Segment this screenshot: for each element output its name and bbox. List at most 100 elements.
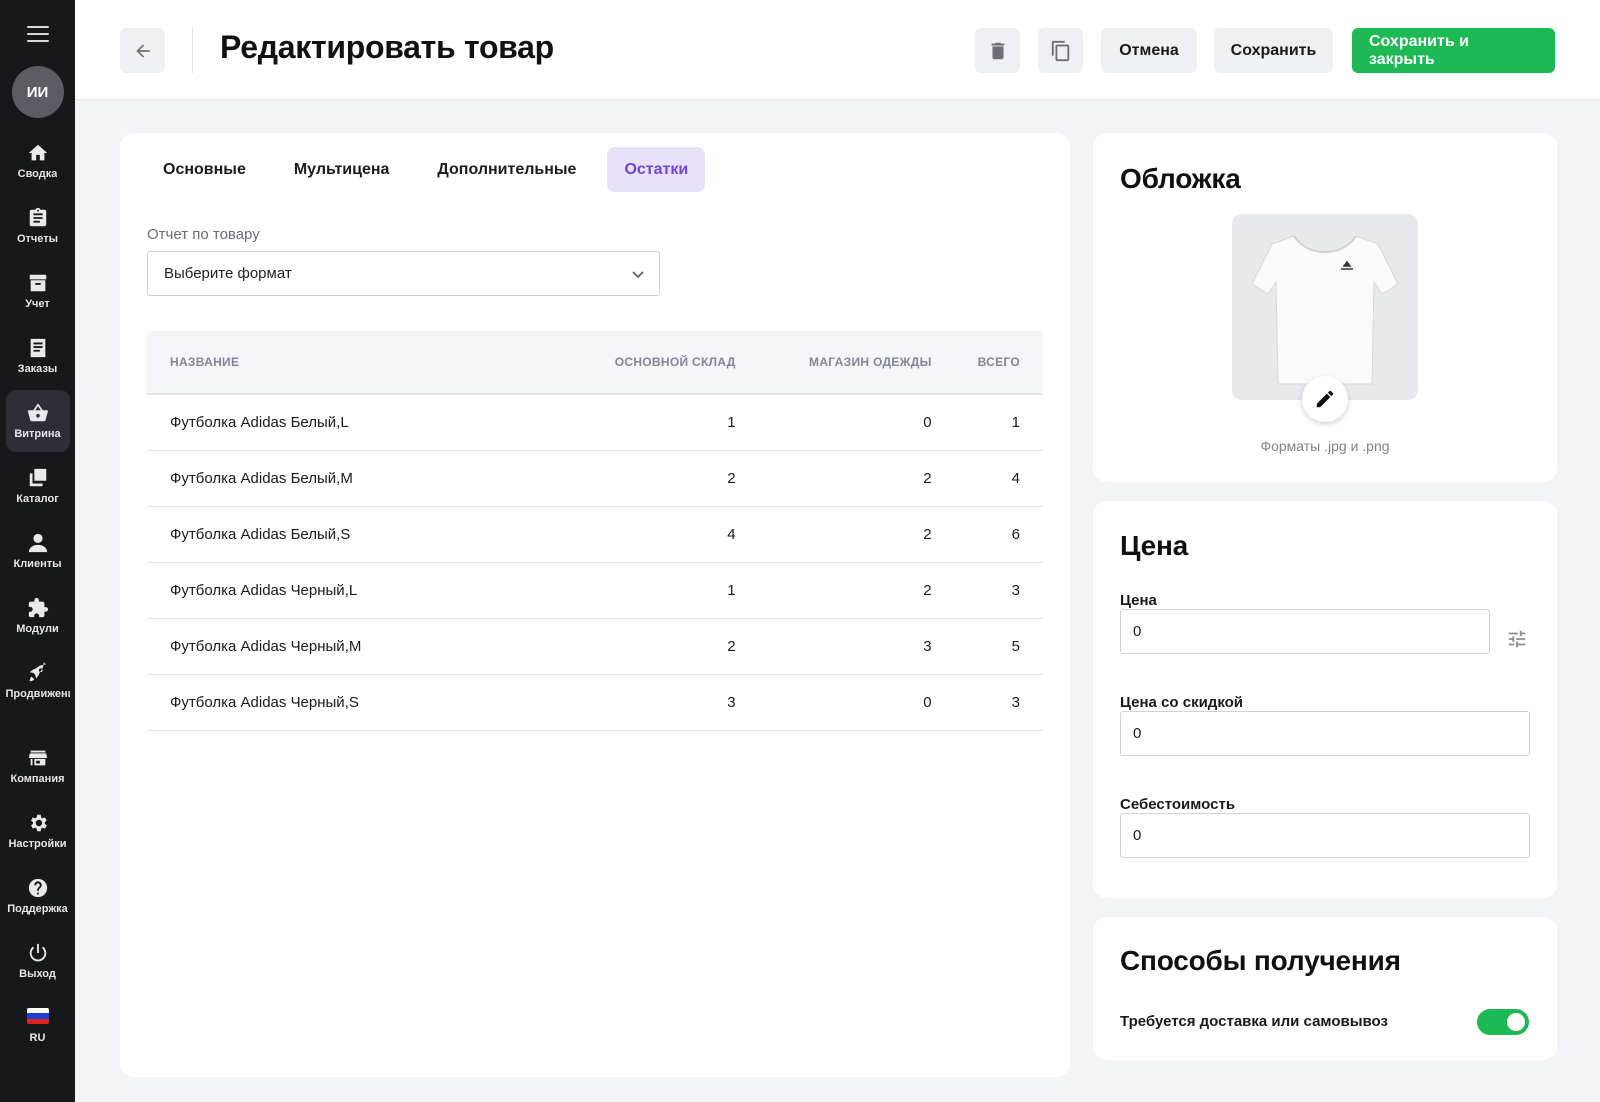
sidebar-item-language[interactable]: RU bbox=[6, 995, 70, 1057]
cell-clothing-store: 2 bbox=[758, 506, 955, 563]
sidebar-item-label: Поддержка bbox=[7, 903, 68, 915]
save-button[interactable]: Сохранить bbox=[1214, 28, 1333, 73]
chevron-down-icon bbox=[632, 270, 644, 278]
sidebar-item-prodvizhenie[interactable]: Продвижение bbox=[6, 650, 70, 712]
table-row[interactable]: Футболка Adidas Белый,S 4 2 6 bbox=[147, 506, 1043, 563]
cost-price-label: Себестоимость bbox=[1120, 796, 1236, 813]
discount-price-input[interactable] bbox=[1120, 711, 1530, 756]
cell-main-warehouse: 4 bbox=[572, 506, 759, 563]
product-tabs: Основные Мультицена Дополнительные Остат… bbox=[146, 147, 719, 192]
sidebar-item-podderzhka[interactable]: Поддержка bbox=[6, 865, 70, 927]
delete-button[interactable] bbox=[975, 28, 1020, 73]
sidebar-item-otchety[interactable]: Отчеты bbox=[6, 195, 70, 257]
cell-main-warehouse: 2 bbox=[572, 618, 759, 675]
save-and-close-button[interactable]: Сохранить и закрыть bbox=[1352, 28, 1555, 73]
price-input[interactable] bbox=[1120, 609, 1490, 654]
table-row[interactable]: Футболка Adidas Белый,M 2 2 4 bbox=[147, 450, 1043, 507]
sidebar-item-klienty[interactable]: Клиенты bbox=[6, 520, 70, 582]
column-header[interactable]: ВСЕГО bbox=[955, 331, 1043, 394]
table-row[interactable]: Футболка Adidas Черный,S 3 0 3 bbox=[147, 674, 1043, 731]
page-header: Редактировать товар Отмена Сохранить Сох… bbox=[75, 0, 1600, 100]
cell-total: 4 bbox=[954, 450, 1043, 507]
table-row[interactable]: Футболка Adidas Черный,M 2 3 5 bbox=[147, 618, 1043, 675]
sidebar-item-vyhod[interactable]: Выход bbox=[6, 930, 70, 992]
arrow-left-icon bbox=[135, 43, 150, 58]
sidebar-item-kompaniya[interactable]: Компания bbox=[6, 735, 70, 797]
cell-total: 1 bbox=[954, 394, 1043, 451]
cost-price-input[interactable] bbox=[1120, 813, 1530, 858]
duplicate-button[interactable] bbox=[1038, 28, 1083, 73]
cover-card: Обложка Форматы .jpg и .png bbox=[1093, 133, 1557, 482]
rocket-icon bbox=[29, 662, 46, 682]
sidebar-item-katalog[interactable]: Каталог bbox=[6, 455, 70, 517]
tab-multicena[interactable]: Мультицена bbox=[277, 147, 407, 192]
avatar[interactable]: ИИ bbox=[11, 66, 64, 118]
archive-icon bbox=[29, 274, 46, 292]
tab-ostatki[interactable]: Остатки bbox=[607, 147, 706, 192]
hamburger-menu-icon[interactable] bbox=[26, 26, 49, 42]
edit-cover-button[interactable] bbox=[1302, 376, 1348, 422]
sidebar-item-label: Учет bbox=[25, 298, 50, 310]
cell-total: 6 bbox=[954, 506, 1043, 563]
stock-table: НАЗВАНИЕ ОСНОВНОЙ СКЛАД МАГАЗИН ОДЕЖДЫ В… bbox=[147, 331, 1043, 731]
power-icon bbox=[29, 943, 46, 962]
sidebar-item-vitrina[interactable]: Витрина bbox=[5, 390, 70, 452]
cell-total: 5 bbox=[954, 618, 1043, 675]
receipt-icon bbox=[30, 338, 45, 358]
sidebar-item-moduli[interactable]: Модули bbox=[6, 585, 70, 647]
person-icon bbox=[28, 533, 47, 553]
price-settings-icon[interactable] bbox=[1506, 628, 1528, 650]
sidebar-item-label: Отчеты bbox=[16, 233, 59, 245]
copy-icon bbox=[1051, 40, 1069, 61]
tab-osnovnye[interactable]: Основные bbox=[146, 147, 263, 192]
cell-main-warehouse: 1 bbox=[572, 562, 759, 619]
page-title: Редактировать товар bbox=[220, 29, 554, 65]
table-row[interactable]: Футболка Adidas Черный,L 1 2 3 bbox=[147, 562, 1043, 619]
help-icon bbox=[28, 878, 47, 898]
delivery-title: Способы получения bbox=[1120, 945, 1401, 976]
product-stock-card: Основные Мультицена Дополнительные Остат… bbox=[120, 133, 1070, 1077]
cover-image[interactable] bbox=[1232, 214, 1418, 422]
column-header[interactable]: ОСНОВНОЙ СКЛАД bbox=[573, 331, 759, 394]
column-header[interactable]: НАЗВАНИЕ bbox=[147, 331, 573, 394]
copy-icon bbox=[29, 468, 46, 487]
cell-clothing-store: 2 bbox=[758, 450, 955, 507]
delivery-card: Способы получения Требуется доставка или… bbox=[1093, 917, 1557, 1060]
cell-total: 3 bbox=[954, 562, 1043, 619]
cell-clothing-store: 2 bbox=[758, 562, 955, 619]
sidebar-item-nastroyki[interactable]: Настройки bbox=[6, 800, 70, 862]
sidebar-item-label: RU bbox=[29, 1032, 46, 1044]
cancel-button[interactable]: Отмена bbox=[1101, 28, 1197, 73]
cell-clothing-store: 3 bbox=[758, 618, 955, 675]
sidebar-item-label: Витрина bbox=[14, 428, 61, 440]
cover-title: Обложка bbox=[1120, 163, 1241, 194]
sidebar-item-label: Компания bbox=[10, 773, 65, 785]
price-card: Цена Цена Цена со скидкой Себестоимость bbox=[1093, 501, 1557, 898]
sidebar: ИИ Сводка Отчеты Учет Заказы Витрина Кат… bbox=[0, 0, 75, 1102]
russia-flag-icon bbox=[26, 1008, 49, 1024]
sidebar-item-label: Сводка bbox=[17, 168, 58, 180]
delivery-toggle-label: Требуется доставка или самовывоз bbox=[1120, 1013, 1388, 1030]
table-row[interactable]: Футболка Adidas Белый,L 1 0 1 bbox=[147, 394, 1043, 451]
sidebar-item-uchet[interactable]: Учет bbox=[6, 260, 70, 322]
cell-clothing-store: 0 bbox=[758, 674, 955, 731]
home-icon bbox=[28, 144, 47, 161]
delivery-toggle[interactable] bbox=[1477, 1009, 1529, 1035]
tab-dopolnitelnye[interactable]: Дополнительные bbox=[420, 147, 593, 192]
discount-price-label: Цена со скидкой bbox=[1120, 694, 1244, 711]
gear-icon bbox=[30, 814, 47, 832]
report-format-select[interactable]: Выберите формат bbox=[147, 251, 660, 296]
cell-clothing-store: 0 bbox=[758, 394, 955, 451]
basket-icon bbox=[27, 403, 48, 422]
sidebar-item-zakazy[interactable]: Заказы bbox=[6, 325, 70, 387]
sidebar-item-label: Продвижение bbox=[5, 688, 70, 700]
cell-name: Футболка Adidas Белый,M bbox=[147, 450, 573, 507]
header-divider bbox=[192, 27, 193, 73]
back-button[interactable] bbox=[120, 28, 165, 73]
sidebar-item-svodka[interactable]: Сводка bbox=[6, 130, 70, 192]
pencil-icon bbox=[1316, 390, 1334, 408]
trash-icon bbox=[991, 42, 1004, 59]
price-label: Цена bbox=[1120, 592, 1157, 609]
column-header[interactable]: МАГАЗИН ОДЕЖДЫ bbox=[759, 331, 955, 394]
price-title: Цена bbox=[1120, 530, 1189, 561]
